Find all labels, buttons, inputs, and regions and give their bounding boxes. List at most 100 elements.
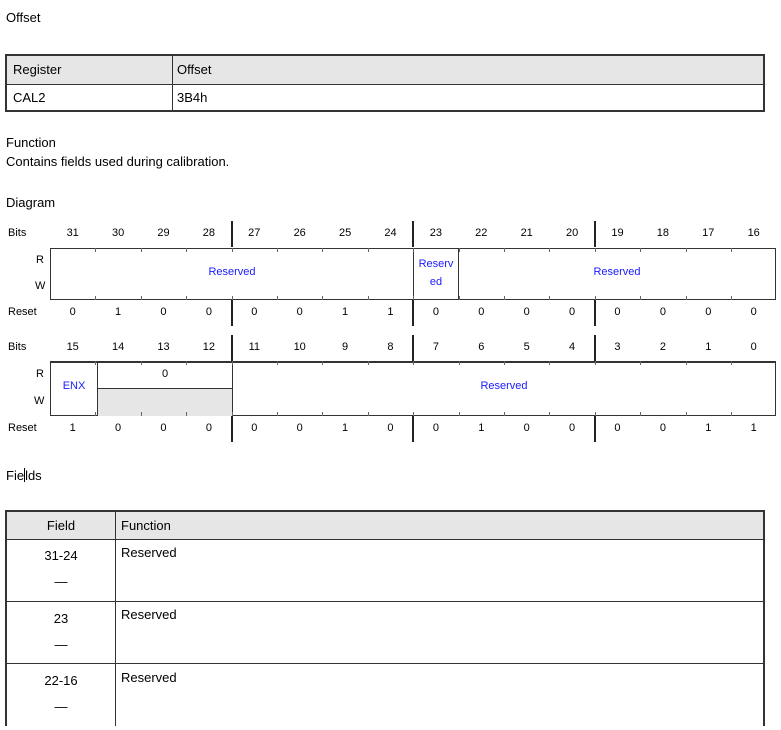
bit-tick (140, 412, 142, 416)
bit-tick (186, 248, 188, 252)
bit-tick (95, 412, 97, 416)
bit-number: 7 (432, 341, 439, 353)
fields-heading-part: ds (27, 468, 42, 483)
bit-tick (367, 248, 369, 252)
bit-tick (549, 248, 551, 252)
bit-tick (231, 361, 233, 365)
fields-heading: Fields (6, 466, 42, 483)
bit-tick (186, 361, 188, 365)
field-zero-read: 0 (161, 368, 169, 380)
nibble-separator (593, 416, 596, 442)
bit-tick (95, 296, 97, 300)
bit-tick (731, 296, 732, 300)
row-divider (7, 663, 763, 664)
bit-tick (367, 412, 369, 416)
bit-tick (549, 412, 551, 416)
bit-tick (95, 248, 97, 252)
reset-value: 0 (705, 306, 712, 318)
header-offset: Offset (177, 62, 212, 77)
bit-tick (504, 361, 505, 365)
bits-label: Bits (8, 227, 27, 239)
nibble-separator (412, 300, 415, 326)
bit-tick (322, 412, 324, 416)
reset-value: 0 (750, 306, 757, 318)
bit-tick (140, 361, 142, 365)
reset-value: 0 (115, 422, 122, 434)
bit-tick (322, 248, 324, 252)
bit-number: 10 (293, 341, 306, 353)
bit-tick (640, 361, 642, 365)
nibble-separator (593, 300, 596, 326)
bit-tick (504, 296, 505, 300)
bit-tick (140, 248, 142, 252)
bit-tick (413, 296, 415, 300)
bit-number: 11 (248, 341, 260, 353)
bit-tick (95, 361, 97, 365)
field-reserved-22-16: Reserved (593, 266, 641, 278)
bit-number: 26 (293, 227, 306, 239)
bit-tick (640, 296, 642, 300)
bit-number: 19 (611, 227, 624, 239)
bit-number: 14 (111, 341, 125, 353)
bit-number: 13 (157, 341, 170, 353)
bit-number: 16 (747, 227, 760, 239)
bit-tick (413, 361, 415, 365)
bit-number: 17 (702, 227, 715, 239)
bit-tick (231, 412, 233, 416)
reset-value: 0 (659, 306, 666, 318)
fields-table: Field Function 31-24 — Reserved 23 — Res… (5, 510, 765, 726)
bit-tick (186, 412, 188, 416)
bit-number: 28 (202, 227, 215, 239)
bit-tick (594, 248, 596, 252)
write-only-zero-cell (98, 388, 232, 416)
header-field: Field (46, 518, 76, 533)
bit-tick (504, 248, 505, 252)
nibble-separator (593, 221, 596, 247)
bit-number: 31 (66, 227, 79, 239)
offset-table-header (7, 56, 763, 85)
bit-number: 8 (387, 341, 394, 353)
nibble-separator (230, 335, 233, 361)
text-cursor (24, 468, 26, 482)
column-divider (115, 512, 116, 726)
bit-tick (458, 412, 460, 416)
bit-tick (277, 361, 278, 365)
bit-tick (413, 248, 415, 252)
bit-tick (594, 296, 596, 300)
reset-value: 0 (614, 306, 621, 318)
column-divider (172, 56, 173, 110)
bit-number: 24 (384, 227, 397, 239)
field-function: Reserved (121, 670, 177, 685)
reset-value: 0 (296, 422, 303, 434)
nibble-separator (412, 335, 415, 361)
bit-number: 6 (478, 341, 485, 353)
field-reserved-31-24: Reserved (208, 266, 256, 278)
write-label: W (34, 395, 45, 407)
reset-label: Reset (8, 306, 37, 318)
bits-label: Bits (8, 341, 27, 353)
nibble-separator (412, 416, 415, 442)
write-label: W (35, 280, 46, 292)
reset-value: 0 (69, 306, 76, 318)
field-dash: — (54, 637, 68, 652)
bit-number: 21 (520, 227, 533, 239)
field-function: Reserved (121, 607, 177, 622)
reset-value: 0 (160, 306, 167, 318)
reset-value: 0 (432, 422, 439, 434)
bit-tick (413, 412, 415, 416)
bit-tick (458, 361, 460, 365)
nibble-separator (230, 300, 233, 326)
header-register: Register (13, 62, 62, 77)
field-dash: — (54, 574, 68, 589)
nibble-separator (412, 221, 415, 247)
reset-value: 1 (750, 422, 757, 434)
bit-tick (231, 248, 233, 252)
reset-value: 0 (523, 306, 530, 318)
bit-number: 9 (342, 341, 349, 353)
reset-value: 1 (115, 306, 122, 318)
field-bits: 22-16 (44, 673, 78, 688)
bit-tick (186, 296, 188, 300)
field-bits: 23 (53, 611, 69, 626)
reset-value: 0 (251, 306, 258, 318)
bit-number: 12 (202, 341, 215, 353)
